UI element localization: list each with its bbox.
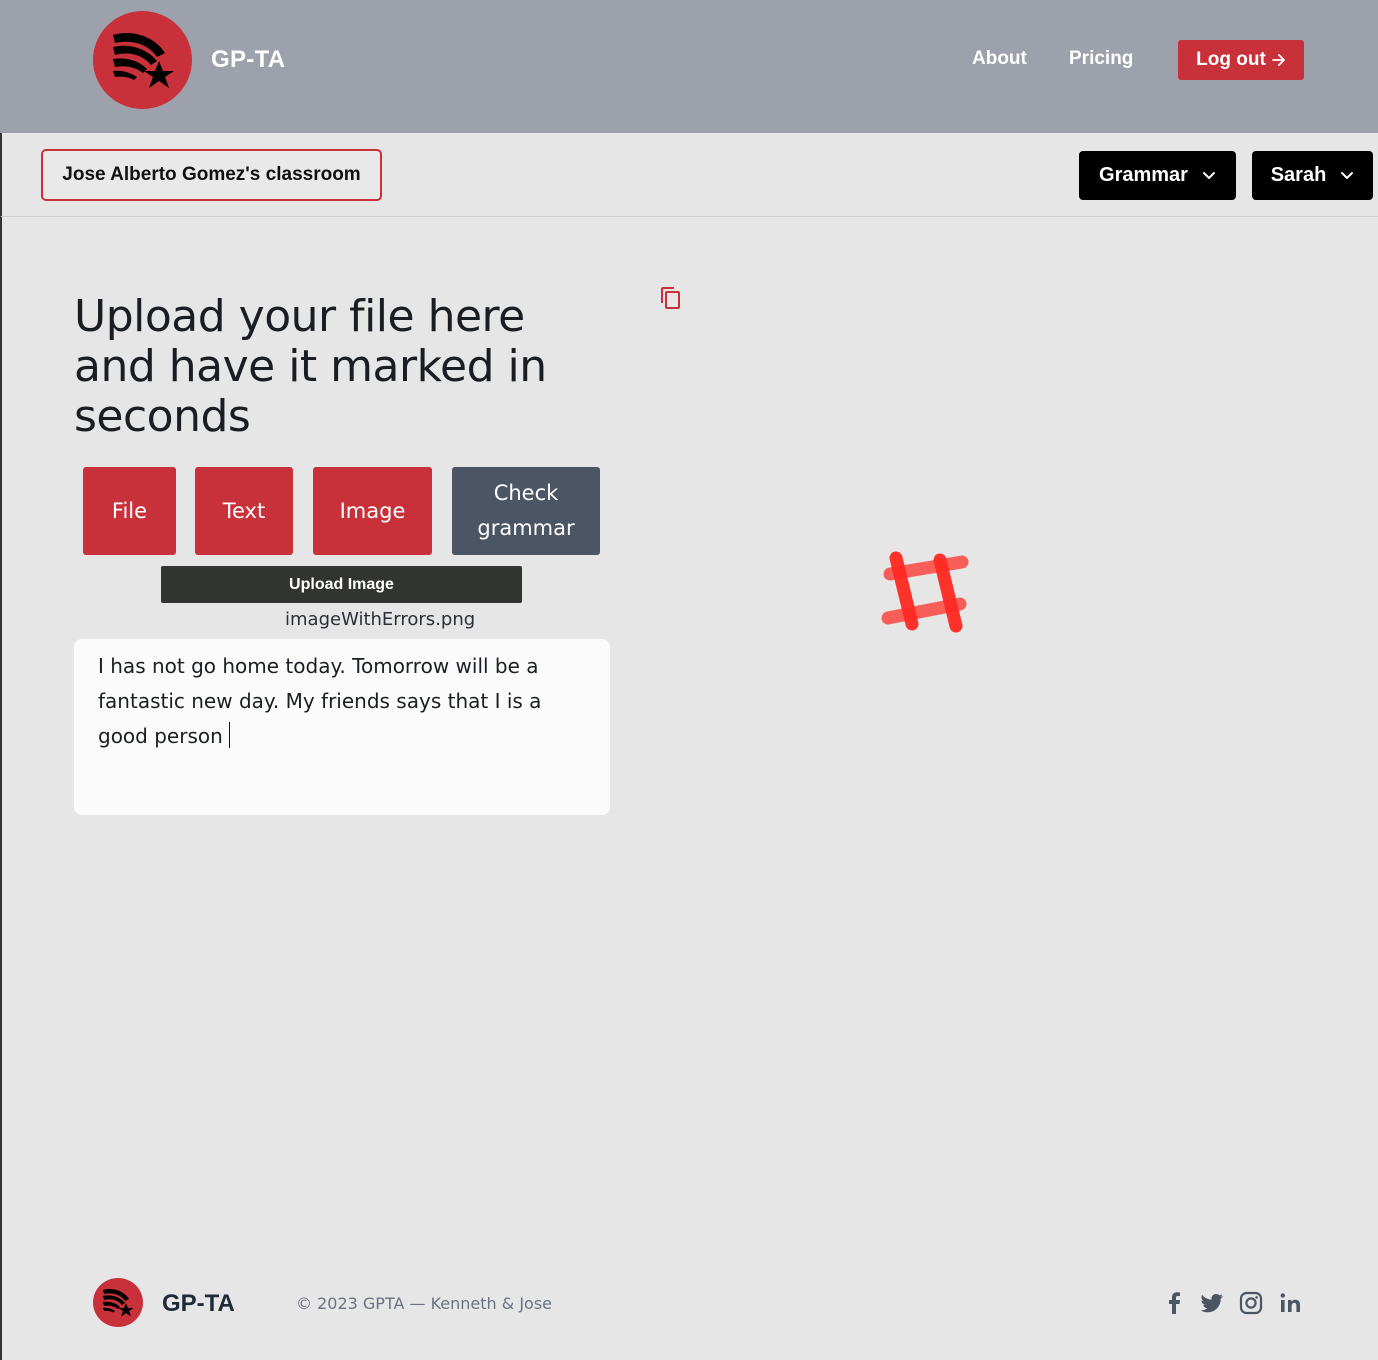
logo[interactable] [93, 11, 192, 109]
twitter-icon[interactable] [1199, 1290, 1225, 1316]
top-header: GP-TA About Pricing Log out [0, 0, 1378, 133]
mode-dropdown[interactable]: Grammar [1079, 151, 1236, 200]
chevron-down-icon [1202, 171, 1215, 179]
image-button[interactable]: Image [313, 467, 432, 555]
brand-name: GP-TA [211, 46, 286, 73]
left-border [0, 217, 2, 1360]
upload-image-button[interactable]: Upload Image [161, 566, 522, 603]
logout-label: Log out [1196, 49, 1266, 70]
arrow-right-icon [1271, 54, 1285, 66]
instagram-icon[interactable] [1238, 1290, 1264, 1316]
nav-about[interactable]: About [972, 48, 1027, 70]
facebook-icon[interactable] [1161, 1290, 1187, 1316]
essay-text: I has not go home today. Tomorrow will b… [98, 654, 542, 748]
text-button[interactable]: Text [195, 467, 293, 555]
copy-icon[interactable] [659, 285, 683, 311]
check-grammar-button[interactable]: Check grammar [452, 467, 600, 555]
linkedin-icon[interactable] [1278, 1290, 1304, 1316]
shooting-star-logo-icon [112, 33, 174, 88]
classroom-bar: Jose Alberto Gomez's classroom Grammar S… [0, 133, 1378, 217]
mode-dropdown-label: Grammar [1099, 164, 1188, 186]
page-title: Upload your file here and have it marked… [74, 291, 547, 442]
footer-brand-name: GP-TA [162, 1290, 235, 1317]
nav-pricing[interactable]: Pricing [1069, 48, 1133, 70]
classroom-button[interactable]: Jose Alberto Gomez's classroom [41, 149, 382, 201]
chevron-down-icon [1341, 171, 1354, 179]
uploaded-filename: imageWithErrors.png [285, 609, 476, 630]
file-button[interactable]: File [83, 467, 176, 555]
essay-text-input[interactable]: I has not go home today. Tomorrow will b… [74, 639, 610, 815]
student-dropdown-label: Sarah [1270, 164, 1327, 186]
loading-spinner-icon [881, 551, 969, 633]
shooting-star-logo-icon [103, 1289, 134, 1317]
text-caret [228, 722, 230, 748]
footer-logo[interactable] [93, 1278, 143, 1327]
footer-copyright: © 2023 GPTA — Kenneth & Jose [296, 1294, 552, 1313]
logout-button[interactable]: Log out [1178, 40, 1304, 80]
student-dropdown[interactable]: Sarah [1252, 151, 1373, 200]
